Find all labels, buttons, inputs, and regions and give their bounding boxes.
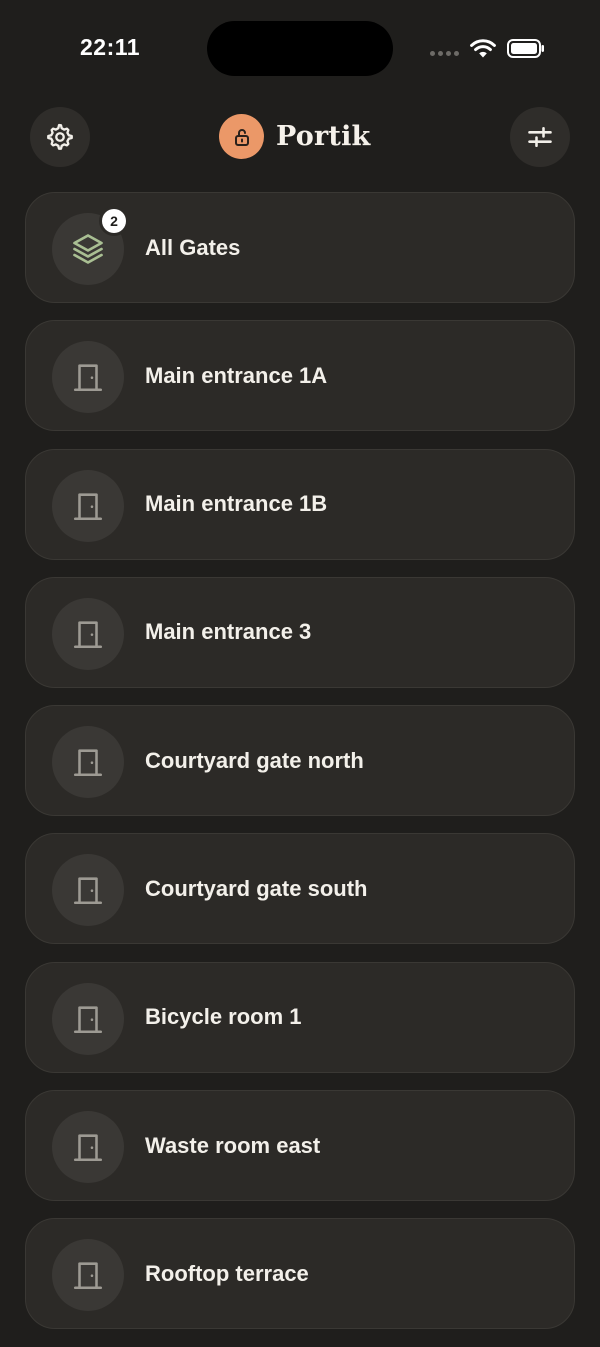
settings-button[interactable] bbox=[30, 107, 90, 167]
layers-icon bbox=[73, 234, 103, 264]
gate-label: Waste room east bbox=[145, 1132, 321, 1158]
gate-card[interactable]: Main entrance 1A bbox=[25, 320, 575, 432]
sliders-icon bbox=[528, 126, 552, 148]
gate-label: Main entrance 3 bbox=[145, 619, 312, 645]
gate-label: Main entrance 1A bbox=[145, 362, 328, 388]
app-title: Portik bbox=[276, 121, 371, 152]
gate-icon-circle bbox=[52, 597, 124, 670]
gate-label: Courtyard gate north bbox=[145, 747, 364, 773]
cellular-signal-icon bbox=[430, 51, 459, 56]
gate-card[interactable]: Rooftop terrace bbox=[25, 1218, 575, 1330]
gate-icon-circle bbox=[52, 1111, 124, 1184]
gate-icon-circle bbox=[52, 469, 124, 542]
door-icon bbox=[73, 1006, 103, 1033]
all-gates-card[interactable]: 2 All Gates bbox=[25, 192, 575, 303]
status-time: 22:11 bbox=[80, 34, 141, 60]
door-icon bbox=[73, 492, 103, 520]
door-icon bbox=[73, 364, 103, 392]
app-header: Portik bbox=[0, 100, 600, 176]
door-icon bbox=[73, 1262, 103, 1290]
gate-label: Main entrance 1B bbox=[145, 491, 328, 517]
gate-icon-circle bbox=[52, 726, 124, 799]
gate-label: Rooftop terrace bbox=[145, 1260, 309, 1286]
door-icon bbox=[73, 877, 103, 905]
status-bar: 22:11 bbox=[0, 0, 600, 90]
wifi-icon bbox=[470, 39, 496, 58]
gate-icon-circle bbox=[52, 854, 124, 927]
gate-card[interactable]: Courtyard gate north bbox=[25, 705, 575, 817]
gate-label: Courtyard gate south bbox=[145, 875, 368, 901]
gate-card[interactable]: Main entrance 3 bbox=[25, 576, 575, 688]
gate-icon-circle bbox=[52, 1239, 124, 1312]
count-badge: 2 bbox=[102, 209, 126, 233]
gate-card[interactable]: Bicycle room 1 bbox=[25, 961, 575, 1073]
gear-icon bbox=[47, 123, 73, 150]
gate-icon-circle bbox=[52, 341, 124, 414]
gate-icon-circle bbox=[52, 982, 124, 1055]
gate-card[interactable]: Main entrance 1B bbox=[25, 448, 575, 560]
dynamic-island bbox=[207, 21, 393, 76]
door-icon bbox=[73, 1134, 103, 1162]
gate-label: All Gates bbox=[145, 234, 241, 260]
gate-label: Bicycle room 1 bbox=[145, 1004, 302, 1030]
gate-card[interactable]: Courtyard gate south bbox=[25, 833, 575, 945]
app-logo bbox=[219, 114, 264, 159]
door-icon bbox=[73, 749, 103, 777]
unlock-icon bbox=[234, 128, 249, 146]
gate-card[interactable]: Waste room east bbox=[25, 1090, 575, 1202]
gate-list: 2 All Gates Main entrance 1A Main entrance … bbox=[25, 192, 575, 1347]
battery-icon bbox=[507, 39, 544, 58]
app-brand: Portik bbox=[219, 114, 370, 159]
filter-button[interactable] bbox=[510, 107, 570, 167]
door-icon bbox=[73, 621, 103, 648]
